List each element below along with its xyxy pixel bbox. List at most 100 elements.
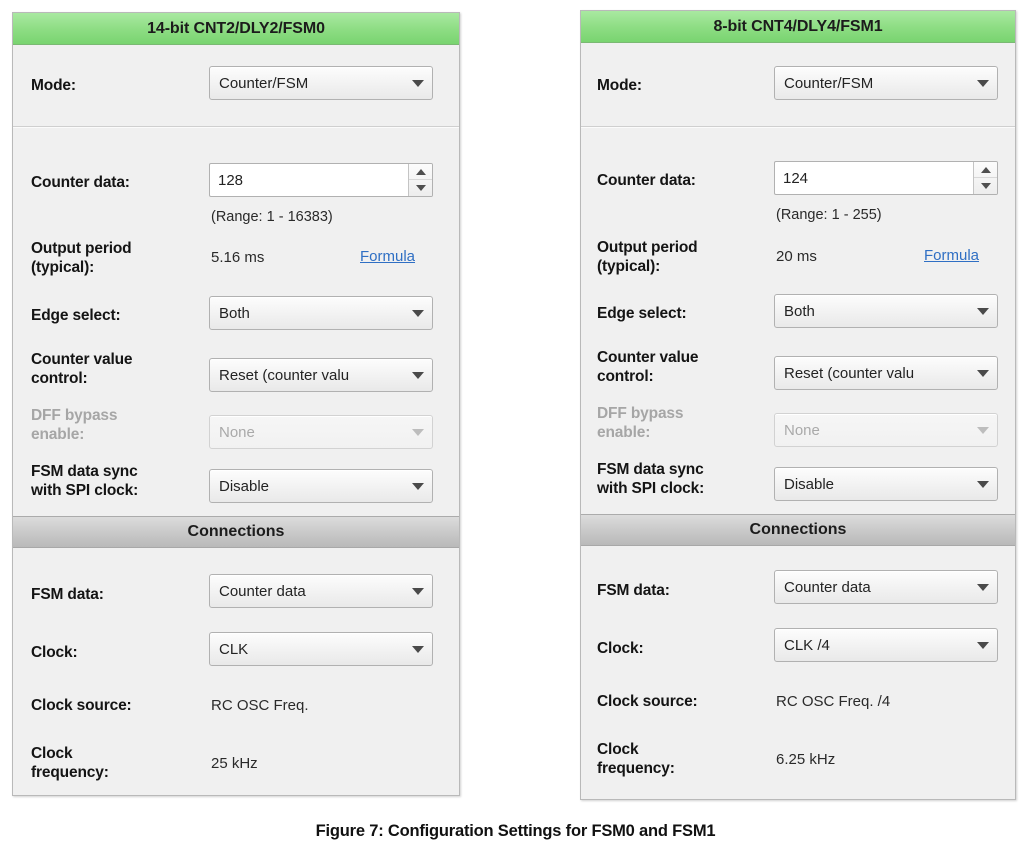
fsm0-clock-source-value: RC OSC Freq.: [211, 697, 309, 714]
fsm0-clock-select[interactable]: CLK: [209, 632, 433, 666]
fsm0-mode-label: Mode:: [31, 77, 76, 94]
chevron-down-icon: [977, 481, 989, 488]
chevron-down-icon: [977, 642, 989, 649]
fsm1-clock-source-label: Clock source:: [597, 693, 698, 710]
fsm0-output-period-value: 5.16 ms: [211, 249, 265, 266]
chevron-down-icon: [412, 310, 424, 317]
fsm0-fsm-sync-value: Disable: [219, 477, 270, 495]
fsm1-fsm-sync-select[interactable]: Disable: [774, 467, 998, 501]
fsm0-counter-value-control-label-line2: control:: [31, 370, 88, 387]
fsm1-clock-label: Clock:: [597, 640, 644, 657]
chevron-down-icon: [412, 483, 424, 490]
chevron-down-icon: [977, 80, 989, 87]
fsm0-connections-section: FSM data: Counter data Clock: CLK Clock …: [13, 549, 459, 795]
fsm0-settings-section: Counter data: 128 (Range: 1 - 16383) Out…: [13, 128, 459, 518]
fsm0-counter-data-range: (Range: 1 - 16383): [211, 209, 333, 225]
fsm1-mode-section: Mode: Counter/FSM: [581, 43, 1015, 125]
fsm0-output-period-label-line2: (typical):: [31, 259, 95, 276]
fsm0-panel: 14-bit CNT2/DLY2/FSM0 Mode: Counter/FSM …: [12, 12, 460, 796]
fsm1-counter-data-value: 124: [783, 169, 809, 187]
fsm1-clock-frequency-label-line1: Clock: [597, 741, 639, 758]
fsm1-mode-label: Mode:: [597, 77, 642, 94]
fsm1-panel-title: 8-bit CNT4/DLY4/FSM1: [581, 11, 1015, 43]
chevron-down-icon: [977, 370, 989, 377]
fsm0-clock-value: CLK: [219, 640, 249, 658]
fsm0-counter-value-control-label-line1: Counter value: [31, 351, 133, 368]
fsm1-counter-value-control-value: Reset (counter valu: [784, 364, 915, 382]
fsm0-dff-bypass-label-line2: enable:: [31, 426, 85, 443]
fsm1-mode-value: Counter/FSM: [784, 74, 874, 92]
fsm0-clock-frequency-label-line1: Clock: [31, 745, 73, 762]
fsm1-counter-data-stepper[interactable]: [973, 162, 997, 194]
fsm0-clock-frequency-label-line2: frequency:: [31, 764, 109, 781]
chevron-down-icon: [412, 429, 424, 436]
fsm1-counter-data-input[interactable]: 124: [774, 161, 998, 195]
fsm1-clock-frequency-value: 6.25 kHz: [776, 751, 836, 768]
fsm0-edge-select-value: Both: [219, 304, 250, 322]
spinner-up-icon[interactable]: [409, 164, 432, 180]
fsm1-edge-select-value: Both: [784, 302, 815, 320]
fsm0-mode-select[interactable]: Counter/FSM: [209, 66, 433, 100]
fsm1-fsm-data-value: Counter data: [784, 578, 871, 596]
fsm1-counter-data-label: Counter data:: [597, 172, 696, 189]
fsm0-fsm-data-label: FSM data:: [31, 586, 104, 603]
fsm0-dff-bypass-value: None: [219, 423, 255, 441]
spinner-down-icon[interactable]: [409, 180, 432, 196]
fsm1-dff-bypass-label-line1: DFF bypass: [597, 405, 684, 422]
chevron-down-icon: [412, 646, 424, 653]
chevron-down-icon: [412, 372, 424, 379]
fsm1-counter-value-control-label-line2: control:: [597, 368, 654, 385]
figure-caption: Figure 7: Configuration Settings for FSM…: [315, 822, 716, 840]
fsm0-edge-select-select[interactable]: Both: [209, 296, 433, 330]
fsm0-output-period-label-line1: Output period: [31, 240, 132, 257]
fsm0-panel-title: 14-bit CNT2/DLY2/FSM0: [13, 13, 459, 45]
fsm0-formula-link[interactable]: Formula: [360, 248, 415, 265]
fsm1-dff-bypass-value: None: [784, 421, 820, 439]
fsm0-clock-label: Clock:: [31, 644, 78, 661]
chevron-down-icon: [412, 80, 424, 87]
fsm1-fsm-sync-label-line2: with SPI clock:: [597, 480, 705, 497]
fsm1-edge-select-select[interactable]: Both: [774, 294, 998, 328]
fsm0-counter-value-control-value: Reset (counter valu: [219, 366, 350, 384]
spinner-down-icon[interactable]: [974, 178, 997, 194]
fsm0-counter-data-input[interactable]: 128: [209, 163, 433, 197]
fsm0-mode-value: Counter/FSM: [219, 74, 309, 92]
fsm0-fsm-data-value: Counter data: [219, 582, 306, 600]
fsm1-formula-link[interactable]: Formula: [924, 247, 979, 264]
fsm0-fsm-sync-select[interactable]: Disable: [209, 469, 433, 503]
fsm1-fsm-data-select[interactable]: Counter data: [774, 570, 998, 604]
fsm0-edge-select-label: Edge select:: [31, 307, 121, 324]
fsm1-mode-select[interactable]: Counter/FSM: [774, 66, 998, 100]
fsm0-counter-data-stepper[interactable]: [408, 164, 432, 196]
fsm0-counter-data-value: 128: [218, 171, 244, 189]
fsm1-counter-data-range: (Range: 1 - 255): [776, 207, 882, 223]
chevron-down-icon: [977, 427, 989, 434]
fsm1-counter-value-control-label-line1: Counter value: [597, 349, 699, 366]
fsm1-fsm-data-label: FSM data:: [597, 582, 670, 599]
fsm0-clock-source-label: Clock source:: [31, 697, 132, 714]
fsm1-clock-select[interactable]: CLK /4: [774, 628, 998, 662]
chevron-down-icon: [977, 584, 989, 591]
fsm1-dff-bypass-select: None: [774, 413, 998, 447]
fsm0-fsm-data-select[interactable]: Counter data: [209, 574, 433, 608]
spinner-up-icon[interactable]: [974, 162, 997, 178]
fsm1-connections-section: FSM data: Counter data Clock: CLK /4 Clo…: [581, 547, 1015, 799]
fsm1-settings-section: Counter data: 124 (Range: 1 - 255) Outpu…: [581, 128, 1015, 516]
fsm1-fsm-sync-label-line1: FSM data sync: [597, 461, 704, 478]
fsm0-dff-bypass-label-line1: DFF bypass: [31, 407, 118, 424]
figure-canvas: 14-bit CNT2/DLY2/FSM0 Mode: Counter/FSM …: [0, 0, 1031, 851]
fsm1-output-period-value: 20 ms: [776, 248, 817, 265]
fsm0-mode-section: Mode: Counter/FSM: [13, 45, 459, 127]
fsm1-counter-value-control-select[interactable]: Reset (counter valu: [774, 356, 998, 390]
fsm1-edge-select-label: Edge select:: [597, 305, 687, 322]
fsm0-counter-value-control-select[interactable]: Reset (counter valu: [209, 358, 433, 392]
fsm1-fsm-sync-value: Disable: [784, 475, 835, 493]
fsm1-clock-value: CLK /4: [784, 636, 830, 654]
fsm1-output-period-label-line1: Output period: [597, 239, 698, 256]
chevron-down-icon: [977, 308, 989, 315]
fsm0-fsm-sync-label-line1: FSM data sync: [31, 463, 138, 480]
fsm0-dff-bypass-select: None: [209, 415, 433, 449]
fsm0-counter-data-label: Counter data:: [31, 174, 130, 191]
fsm1-connections-header: Connections: [581, 514, 1015, 546]
fsm0-fsm-sync-label-line2: with SPI clock:: [31, 482, 139, 499]
